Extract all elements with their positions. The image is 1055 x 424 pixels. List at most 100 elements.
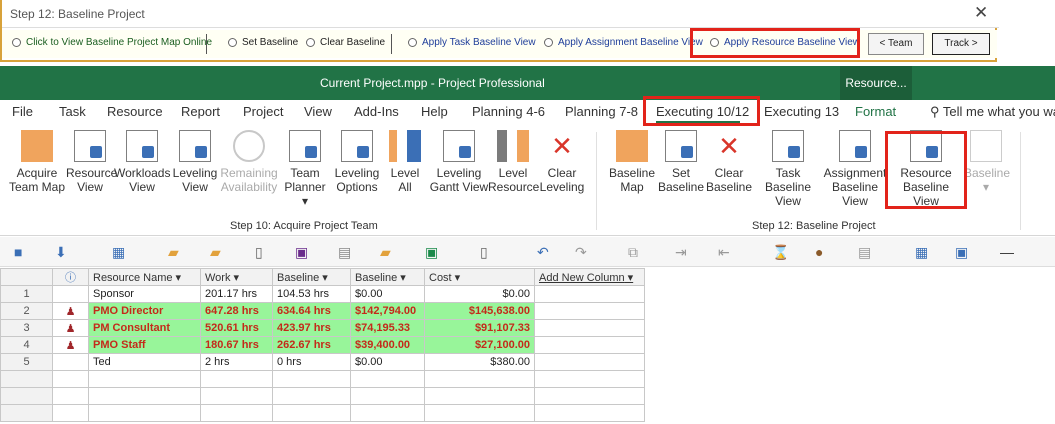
workloads-view-button[interactable]: Workloads View — [114, 130, 170, 194]
folder-star-icon[interactable]: ▰ — [168, 244, 179, 261]
view-map-online-option[interactable]: Click to View Baseline Project Map Onlin… — [12, 37, 212, 48]
baseline-cost-cell[interactable]: $142,794.00 — [350, 302, 425, 320]
baseline-map-button[interactable]: Baseline Map — [606, 130, 658, 194]
resource-baseline-view-button[interactable]: Resource Baseline View — [890, 130, 962, 208]
radio-icon[interactable] — [408, 38, 417, 47]
resource-name-cell[interactable]: PMO Staff — [88, 336, 201, 354]
tab-resource[interactable]: Resource — [107, 104, 163, 119]
print-preview-icon[interactable]: ▤ — [338, 244, 351, 261]
close-icon[interactable]: ✕ — [974, 3, 988, 23]
column-header[interactable]: Baseline ▾ — [272, 268, 351, 286]
baseline-work-cell[interactable]: 423.97 hrs — [272, 319, 351, 337]
empty-cell[interactable] — [534, 336, 645, 354]
level-all-button[interactable]: Level All — [384, 130, 426, 194]
set-baseline-button[interactable]: Set Baseline — [658, 130, 704, 194]
new-document-icon[interactable]: ▯ — [255, 244, 263, 261]
view-icon[interactable]: ▦ — [915, 244, 928, 261]
baseline-cost-cell[interactable]: $39,400.00 — [350, 336, 425, 354]
work-cell[interactable]: 520.61 hrs — [200, 319, 273, 337]
apply-assignment-baseline-option[interactable]: Apply Assignment Baseline View — [544, 37, 703, 48]
table-row[interactable]: 5 Ted 2 hrs 0 hrs $0.00 $380.00 — [0, 353, 645, 371]
person-icon[interactable]: ● — [815, 244, 823, 260]
indent-icon[interactable]: ⇥ — [675, 244, 687, 261]
gantt-icon[interactable]: ▤ — [858, 244, 871, 261]
clear-baseline-button[interactable]: ✕ Clear Baseline — [704, 130, 754, 194]
work-cell[interactable]: 2 hrs — [200, 353, 273, 371]
empty-cell[interactable] — [534, 302, 645, 320]
next-track-button[interactable]: Track > — [932, 33, 990, 55]
tell-me-search[interactable]: ⚲ Tell me what you wa — [930, 104, 1055, 120]
document-icon[interactable]: ▯ — [480, 244, 488, 261]
work-cell[interactable]: 647.28 hrs — [200, 302, 273, 320]
save-icon[interactable]: ▣ — [295, 244, 308, 261]
cost-cell[interactable]: $27,100.00 — [424, 336, 535, 354]
baseline-cost-cell[interactable]: $0.00 — [350, 285, 425, 303]
column-header[interactable]: Resource Name ▾ — [88, 268, 201, 286]
tab-add-ins[interactable]: Add-Ins — [354, 104, 399, 119]
empty-cell[interactable] — [534, 319, 645, 337]
empty-row[interactable] — [0, 370, 645, 388]
baseline-cost-cell[interactable]: $0.00 — [350, 353, 425, 371]
baseline-work-cell[interactable]: 0 hrs — [272, 353, 351, 371]
clear-leveling-button[interactable]: ✕ Clear Leveling — [538, 130, 586, 194]
tab-executing-13[interactable]: Executing 13 — [764, 104, 839, 119]
link-icon[interactable]: ⧉ — [628, 244, 638, 261]
contextual-tab-resource[interactable]: Resource... — [840, 66, 912, 100]
tab-task[interactable]: Task — [59, 104, 86, 119]
open-folder-icon[interactable]: ▰ — [210, 244, 221, 261]
tab-file[interactable]: File — [12, 104, 33, 119]
empty-row[interactable] — [0, 404, 645, 422]
apply-resource-baseline-option[interactable]: Apply Resource Baseline View — [710, 37, 860, 48]
baseline-dropdown-button[interactable]: Baseline ▾ — [964, 130, 1010, 194]
baseline-work-cell[interactable]: 104.53 hrs — [272, 285, 351, 303]
leveling-gantt-view-button[interactable]: Leveling Gantt View — [428, 130, 490, 194]
radio-icon[interactable] — [306, 38, 315, 47]
radio-icon[interactable] — [12, 38, 21, 47]
apply-task-baseline-option[interactable]: Apply Task Baseline View — [408, 37, 536, 48]
radio-icon[interactable] — [710, 38, 719, 47]
level-resource-button[interactable]: Level Resource — [488, 130, 539, 194]
hourglass-icon[interactable]: ⌛ — [772, 244, 789, 261]
tab-planning-7-8[interactable]: Planning 7-8 — [565, 104, 638, 119]
tab-format[interactable]: Format — [855, 104, 896, 119]
grid-icon[interactable]: ▦ — [112, 244, 125, 261]
radio-icon[interactable] — [544, 38, 553, 47]
tab-view[interactable]: View — [304, 104, 332, 119]
table-row[interactable]: 4 ♟ PMO Staff 180.67 hrs 262.67 hrs $39,… — [0, 336, 645, 354]
redo-icon[interactable]: ↷ — [575, 244, 587, 261]
cost-cell[interactable]: $0.00 — [424, 285, 535, 303]
clear-baseline-option[interactable]: Clear Baseline — [306, 37, 385, 48]
work-cell[interactable]: 201.17 hrs — [200, 285, 273, 303]
export-icon[interactable]: ▣ — [425, 244, 438, 261]
down-arrow-icon[interactable]: ⬇ — [55, 244, 67, 261]
table-row[interactable]: 3 ♟ PM Consultant 520.61 hrs 423.97 hrs … — [0, 319, 645, 337]
column-header[interactable]: Cost ▾ — [424, 268, 535, 286]
tab-project[interactable]: Project — [243, 104, 283, 119]
resource-name-cell[interactable]: PMO Director — [88, 302, 201, 320]
tab-report[interactable]: Report — [181, 104, 220, 119]
cost-cell[interactable]: $145,638.00 — [424, 302, 535, 320]
split-view-icon[interactable]: ▣ — [955, 244, 968, 261]
remaining-availability-button[interactable]: Remaining Availability — [220, 130, 278, 194]
tab-executing-10-12[interactable]: Executing 10/12 — [656, 104, 749, 119]
set-baseline-option[interactable]: Set Baseline — [228, 37, 298, 48]
empty-cell[interactable] — [534, 353, 645, 371]
outdent-icon[interactable]: ⇤ — [718, 244, 730, 261]
add-new-column-header[interactable]: Add New Column ▾ — [534, 268, 645, 286]
column-header[interactable]: Baseline ▾ — [350, 268, 425, 286]
baseline-work-cell[interactable]: 262.67 hrs — [272, 336, 351, 354]
cost-cell[interactable]: $91,107.33 — [424, 319, 535, 337]
undo-icon[interactable]: ↶ — [537, 244, 549, 261]
resource-name-cell[interactable]: PM Consultant — [88, 319, 201, 337]
cost-cell[interactable]: $380.00 — [424, 353, 535, 371]
info-icon[interactable]: ⓘ — [52, 268, 89, 286]
baseline-work-cell[interactable]: 634.64 hrs — [272, 302, 351, 320]
table-row[interactable]: 1 Sponsor 201.17 hrs 104.53 hrs $0.00 $0… — [0, 285, 645, 303]
assignment-baseline-view-button[interactable]: Assignment Baseline View — [822, 130, 888, 208]
acquire-team-map-button[interactable]: Acquire Team Map — [8, 130, 66, 194]
tab-planning-4-6[interactable]: Planning 4-6 — [472, 104, 545, 119]
tab-help[interactable]: Help — [421, 104, 448, 119]
square-icon[interactable]: ■ — [14, 244, 22, 260]
task-baseline-view-button[interactable]: Task Baseline View — [754, 130, 822, 208]
radio-icon[interactable] — [228, 38, 237, 47]
